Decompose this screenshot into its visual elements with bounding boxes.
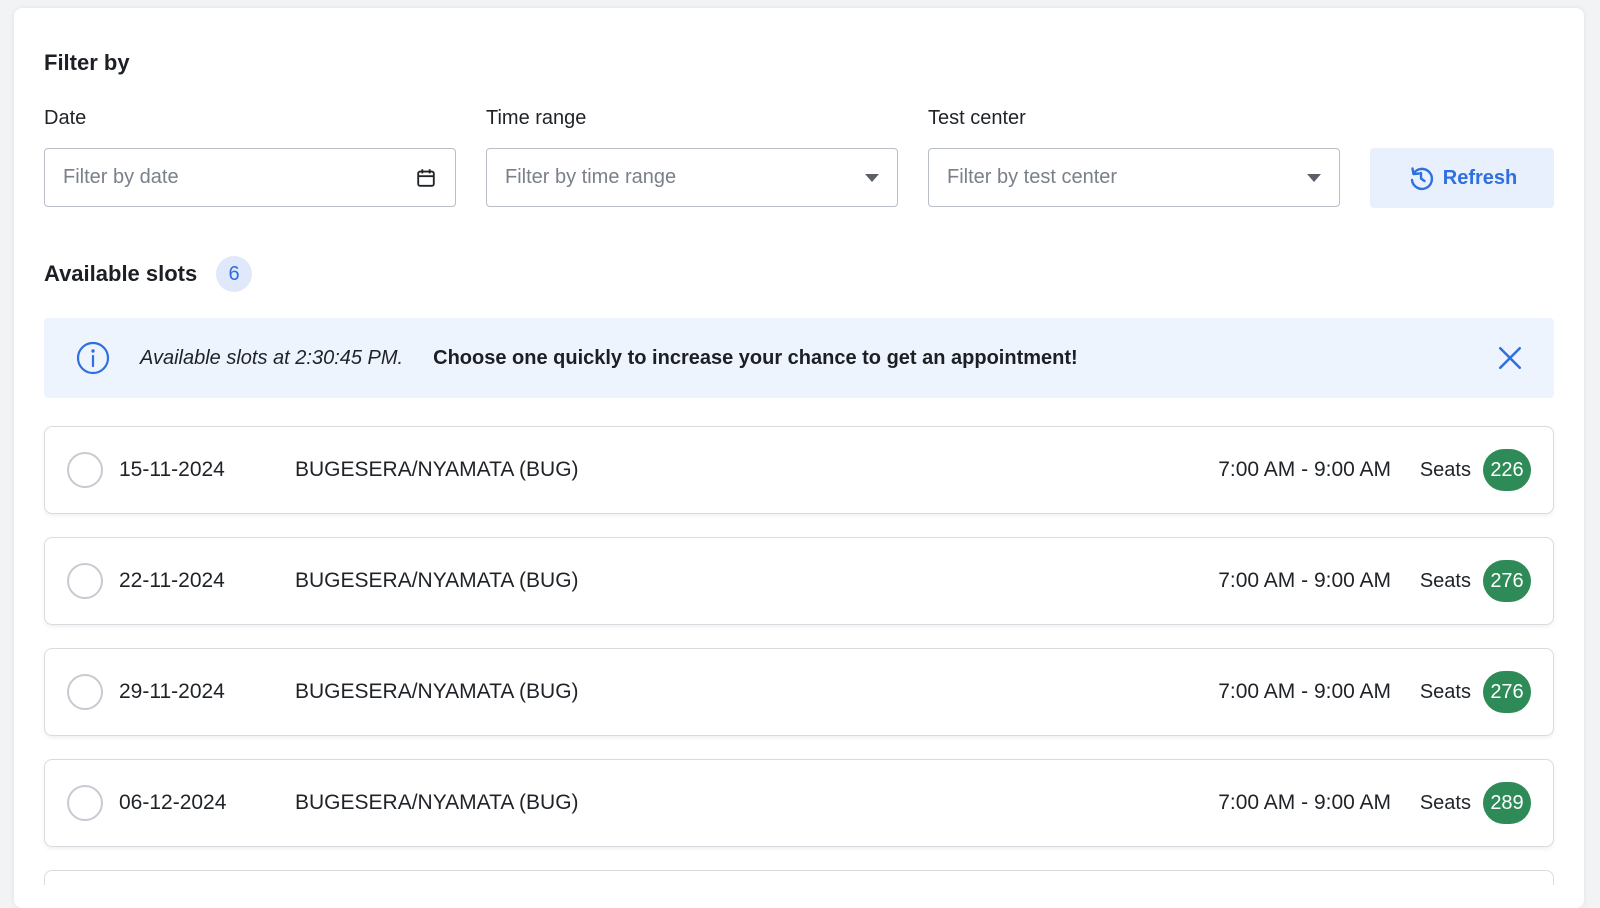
slot-center: BUGESERA/NYAMATA (BUG) <box>295 458 579 481</box>
info-icon <box>76 341 110 375</box>
slots-count-badge: 6 <box>216 256 252 292</box>
refresh-button[interactable]: Refresh <box>1370 148 1554 208</box>
slot-date: 06-12-2024 <box>119 791 227 814</box>
refresh-label: Refresh <box>1442 166 1518 189</box>
calendar-icon[interactable] <box>415 167 437 189</box>
seats-label: Seats <box>1419 791 1471 814</box>
slot-radio[interactable] <box>67 785 103 821</box>
slot-center: BUGESERA/NYAMATA (BUG) <box>295 569 579 592</box>
refresh-icon <box>1410 167 1433 191</box>
slot-row[interactable]: 06-12-2024 BUGESERA/NYAMATA (BUG) 7:00 A… <box>44 759 1554 847</box>
seats-label: Seats <box>1419 458 1471 481</box>
test-center-input[interactable] <box>947 149 1299 206</box>
date-label: Date <box>44 107 87 129</box>
test-center-label: Test center <box>928 107 1026 129</box>
filter-title: Filter by <box>44 50 130 75</box>
time-range-input[interactable] <box>505 149 857 206</box>
slot-center: BUGESERA/NYAMATA (BUG) <box>295 680 579 703</box>
close-icon[interactable] <box>1494 342 1526 374</box>
time-range-select[interactable] <box>486 148 898 207</box>
slot-date: 22-11-2024 <box>119 569 225 592</box>
slot-time: 7:00 AM - 9:00 AM <box>1218 680 1391 703</box>
slot-time: 7:00 AM - 9:00 AM <box>1218 569 1391 592</box>
slot-row[interactable] <box>44 870 1554 885</box>
seats-count-badge: 226 <box>1483 449 1531 491</box>
seats-label: Seats <box>1419 680 1471 703</box>
seats-count-badge: 276 <box>1483 560 1531 602</box>
slot-radio[interactable] <box>67 563 103 599</box>
slot-row[interactable]: 22-11-2024 BUGESERA/NYAMATA (BUG) 7:00 A… <box>44 537 1554 625</box>
available-slots-title: Available slots <box>44 261 198 286</box>
test-center-select[interactable] <box>928 148 1340 207</box>
slot-row[interactable]: 15-11-2024 BUGESERA/NYAMATA (BUG) 7:00 A… <box>44 426 1554 514</box>
date-input[interactable] <box>63 149 415 206</box>
slot-time: 7:00 AM - 9:00 AM <box>1218 458 1391 481</box>
alert-message: Choose one quickly to increase your chan… <box>433 346 1078 369</box>
slot-center: BUGESERA/NYAMATA (BUG) <box>295 791 579 814</box>
seats-count-badge: 289 <box>1483 782 1531 824</box>
seats-label: Seats <box>1419 569 1471 592</box>
slot-time: 7:00 AM - 9:00 AM <box>1218 791 1391 814</box>
seats-count-badge: 276 <box>1483 671 1531 713</box>
slot-radio[interactable] <box>67 452 103 488</box>
alert-time-text: Available slots at 2:30:45 PM. <box>140 346 404 369</box>
chevron-down-icon[interactable] <box>865 173 879 182</box>
time-range-label: Time range <box>486 107 587 129</box>
chevron-down-icon[interactable] <box>1307 173 1321 182</box>
slot-date: 15-11-2024 <box>119 458 225 481</box>
slot-date: 29-11-2024 <box>119 680 225 703</box>
slot-radio[interactable] <box>67 674 103 710</box>
date-field[interactable] <box>44 148 456 207</box>
slot-row[interactable]: 29-11-2024 BUGESERA/NYAMATA (BUG) 7:00 A… <box>44 648 1554 736</box>
info-alert: Available slots at 2:30:45 PM. Choose on… <box>44 318 1554 398</box>
